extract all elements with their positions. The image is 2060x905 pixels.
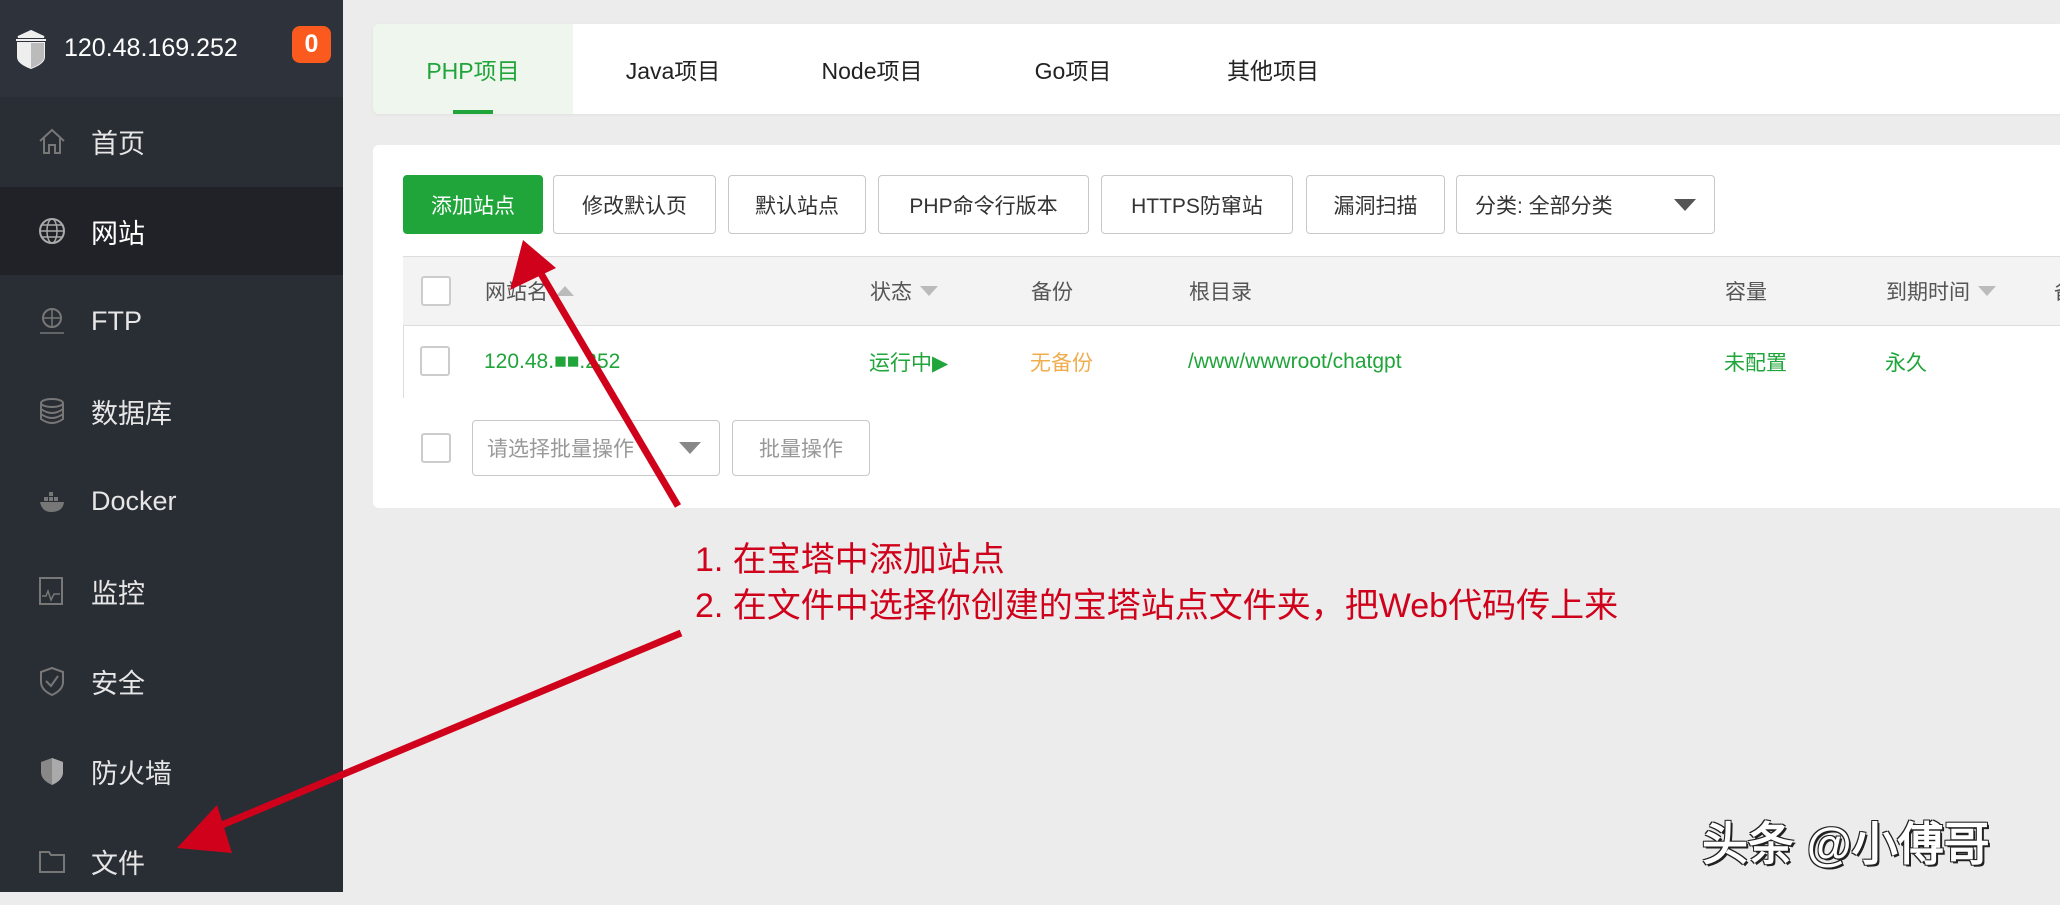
col-label: 到期时间 <box>1886 281 1970 304</box>
sidebar-item-monitor[interactable]: 监控 <box>0 547 343 635</box>
site-name-link[interactable]: 120.48.■■.252 <box>484 326 620 398</box>
vuln-scan-button[interactable]: 漏洞扫描 <box>1306 175 1445 234</box>
batch-action-select[interactable]: 请选择批量操作 <box>472 420 720 476</box>
quota-link[interactable]: 未配置 <box>1724 326 1787 398</box>
firewall-icon <box>36 755 68 787</box>
tab-node[interactable]: Node项目 <box>802 24 942 114</box>
monitor-icon <box>36 575 68 607</box>
sidebar-item-label: 监控 <box>91 578 145 609</box>
ftp-icon <box>36 305 68 337</box>
tab-java[interactable]: Java项目 <box>603 24 743 114</box>
sidebar-item-label: FTP <box>91 305 142 336</box>
sidebar-item-label: 文件 <box>91 848 145 879</box>
database-icon <box>36 395 68 427</box>
home-icon <box>36 125 68 157</box>
backup-link[interactable]: 无备份 <box>1030 326 1093 398</box>
sidebar-item-website[interactable]: 网站 <box>0 187 343 275</box>
https-anti-hijack-button[interactable]: HTTPS防窜站 <box>1101 175 1293 234</box>
bt-logo-icon <box>16 29 46 69</box>
chevron-down-icon <box>1674 199 1696 211</box>
sidebar: 120.48.169.252 0 首页 网站 FTP 数据库 Docker 监控… <box>0 0 343 892</box>
col-site-name[interactable]: 网站名 <box>485 257 574 325</box>
docker-icon <box>36 485 68 517</box>
edit-default-page-button[interactable]: 修改默认页 <box>553 175 716 234</box>
server-ip: 120.48.169.252 <box>64 34 238 62</box>
row-checkbox[interactable] <box>420 346 450 376</box>
sidebar-item-label: 防火墙 <box>91 758 172 789</box>
sidebar-item-label: 首页 <box>91 128 145 159</box>
table-header: 网站名 状态 备份 根目录 容量 到期时间 备注 <box>403 257 2060 326</box>
sidebar-item-label: 安全 <box>91 668 145 699</box>
site-table: 网站名 状态 备份 根目录 容量 到期时间 备注 120.48.■■.252 运… <box>403 256 2060 398</box>
tab-php[interactable]: PHP项目 <box>373 24 573 114</box>
col-expiry[interactable]: 到期时间 <box>1886 257 1996 325</box>
sidebar-item-ftp[interactable]: FTP <box>0 277 343 365</box>
col-quota: 容量 <box>1725 281 1767 304</box>
php-cli-version-button[interactable]: PHP命令行版本 <box>878 175 1089 234</box>
shield-check-icon <box>36 665 68 697</box>
category-select[interactable]: 分类: 全部分类 <box>1456 175 1715 234</box>
notification-badge[interactable]: 0 <box>292 26 331 63</box>
col-root: 根目录 <box>1189 281 1252 304</box>
col-label: 网站名 <box>485 281 548 304</box>
folder-icon <box>36 845 68 877</box>
expiry-link[interactable]: 永久 <box>1885 326 1927 398</box>
root-dir-link[interactable]: /www/wwwroot/chatgpt <box>1188 326 1402 398</box>
sidebar-item-label: 数据库 <box>91 398 172 429</box>
watermark: 头条 @小傅哥 <box>1702 818 1990 870</box>
col-backup: 备份 <box>1031 281 1073 304</box>
project-tabs: PHP项目 Java项目 Node项目 Go项目 其他项目 <box>373 24 2060 114</box>
batch-select-checkbox[interactable] <box>421 433 451 463</box>
batch-action-placeholder: 请选择批量操作 <box>487 438 634 461</box>
select-all-checkbox[interactable] <box>421 276 451 306</box>
batch-action-button[interactable]: 批量操作 <box>732 420 870 476</box>
annotation-step-1: 1. 在宝塔中添加站点 <box>695 541 1005 579</box>
chevron-down-icon <box>679 442 701 454</box>
col-remark: 备注 <box>2054 257 2060 325</box>
sort-desc-icon <box>920 286 938 296</box>
sidebar-item-database[interactable]: 数据库 <box>0 367 343 455</box>
sort-desc-icon <box>1978 286 1996 296</box>
sidebar-item-docker[interactable]: Docker <box>0 457 343 545</box>
sidebar-item-firewall[interactable]: 防火墙 <box>0 727 343 815</box>
col-status[interactable]: 状态 <box>870 257 938 325</box>
category-select-value: 分类: 全部分类 <box>1475 194 1613 218</box>
sidebar-item-security[interactable]: 安全 <box>0 637 343 725</box>
col-label: 状态 <box>870 281 912 304</box>
globe-icon <box>36 215 68 247</box>
tab-other[interactable]: 其他项目 <box>1203 24 1343 114</box>
add-site-button[interactable]: 添加站点 <box>403 175 543 234</box>
table-row: 120.48.■■.252 运行中▶ 无备份 /www/wwwroot/chat… <box>403 326 2060 398</box>
sidebar-item-home[interactable]: 首页 <box>0 97 343 185</box>
annotation-step-2: 2. 在文件中选择你创建的宝塔站点文件夹，把Web代码传上来 <box>695 587 1619 625</box>
sidebar-item-label: 网站 <box>91 218 145 249</box>
sort-asc-icon <box>556 286 574 296</box>
status-toggle[interactable]: 运行中▶ <box>869 326 948 398</box>
tab-go[interactable]: Go项目 <box>1003 24 1143 114</box>
sidebar-item-label: Docker <box>91 485 177 516</box>
default-site-button[interactable]: 默认站点 <box>728 175 866 234</box>
